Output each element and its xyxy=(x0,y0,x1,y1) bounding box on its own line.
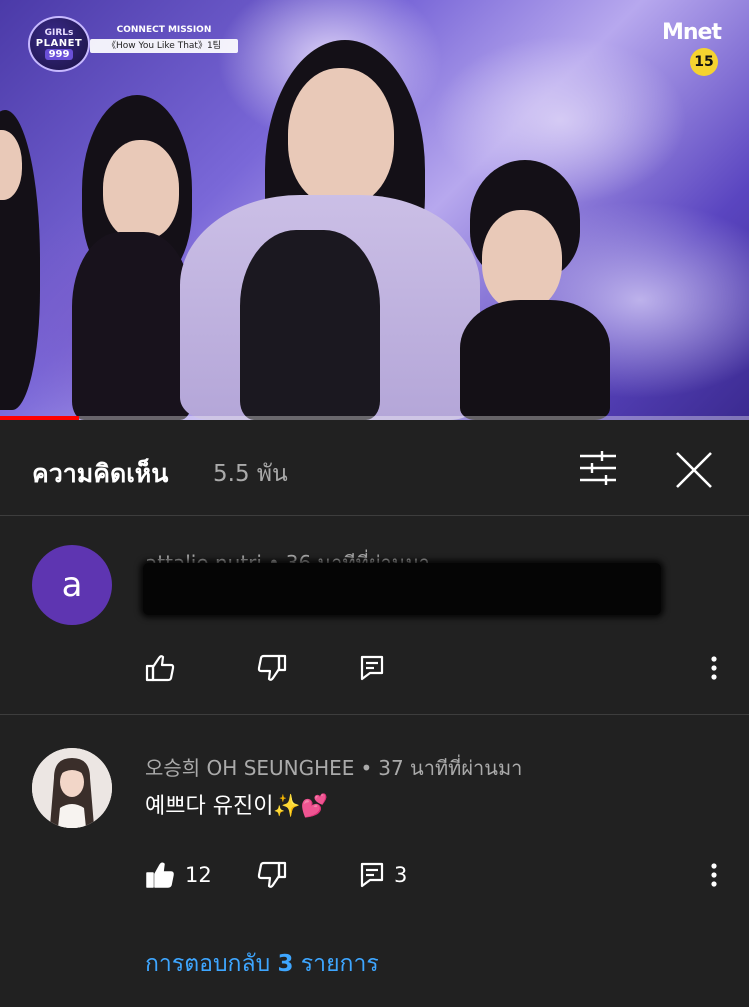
sliders-icon xyxy=(580,451,616,485)
comments-count: 5.5 พัน xyxy=(213,461,288,487)
comment-actions xyxy=(0,646,749,690)
comments-header: ความคิดเห็น 5.5 พัน xyxy=(0,420,749,516)
comment-item: 오승희 OH SEUNGHEE • 37 นาทีที่ผ่านมา 예쁘다 유진이… xyxy=(0,716,749,1007)
girls-planet-logo: GIRLs PLANET 999 xyxy=(28,16,90,72)
comment-time: 37 นาทีที่ผ่านมา xyxy=(378,756,523,780)
comments-title: ความคิดเห็น xyxy=(32,459,169,488)
thumbs-up-icon xyxy=(145,655,175,682)
avatar-photo-image xyxy=(32,748,112,828)
close-comments-button[interactable] xyxy=(674,450,714,490)
like-button[interactable]: 12 xyxy=(145,853,212,897)
mission-subtitle: 《How You Like That》1팀 xyxy=(90,39,238,53)
video-player[interactable]: GIRLs PLANET 999 CONNECT MISSION 《How Yo… xyxy=(0,0,749,420)
comment-actions: 12 3 xyxy=(0,853,749,897)
mnet-logo: Mnet xyxy=(662,20,722,45)
comment-text: 예쁘다 유진이✨💕 xyxy=(145,794,329,819)
sort-comments-button[interactable] xyxy=(578,450,618,486)
dislike-button[interactable] xyxy=(257,853,287,897)
view-replies-link[interactable]: การตอบกลับ 3 รายการ xyxy=(145,946,379,982)
avatar[interactable]: a xyxy=(32,545,112,625)
meta-separator: • xyxy=(360,756,373,780)
reply-count: 3 xyxy=(394,863,408,887)
thumbs-up-filled-icon xyxy=(146,862,174,888)
comment-item: a attalie nutri•36 นาทีที่ผ่านมา x xyxy=(0,517,749,715)
mission-title: CONNECT MISSION xyxy=(116,25,212,35)
like-button[interactable] xyxy=(145,646,175,690)
comment-author[interactable]: 오승희 OH SEUNGHEE xyxy=(145,756,354,780)
replies-prefix: การตอบกลับ xyxy=(145,951,278,977)
more-vert-icon xyxy=(711,863,717,887)
comment-more-button[interactable] xyxy=(700,646,728,690)
dislike-button[interactable] xyxy=(257,646,287,690)
age-rating-badge: 15 xyxy=(690,48,718,76)
replies-number: 3 xyxy=(277,951,294,977)
comment-more-button[interactable] xyxy=(700,853,728,897)
more-vert-icon xyxy=(711,656,717,680)
replies-suffix: รายการ xyxy=(293,951,379,977)
reply-button[interactable]: 3 xyxy=(360,853,407,897)
comment-meta: 오승희 OH SEUNGHEE • 37 นาทีที่ผ่านมา xyxy=(145,752,522,784)
thumbs-down-icon xyxy=(257,654,287,681)
redaction-overlay xyxy=(143,563,661,615)
reply-comment-icon xyxy=(360,862,384,888)
mission-caption: CONNECT MISSION 《How You Like That》1팀 xyxy=(90,24,238,53)
reply-button[interactable] xyxy=(360,646,384,690)
reply-comment-icon xyxy=(360,655,384,681)
thumbs-down-icon xyxy=(257,861,287,888)
close-icon xyxy=(676,452,712,488)
avatar[interactable] xyxy=(32,748,112,828)
comments-panel: ความคิดเห็น 5.5 พัน a attalie nutri • 36 น… xyxy=(0,420,749,1007)
like-count: 12 xyxy=(185,863,212,887)
